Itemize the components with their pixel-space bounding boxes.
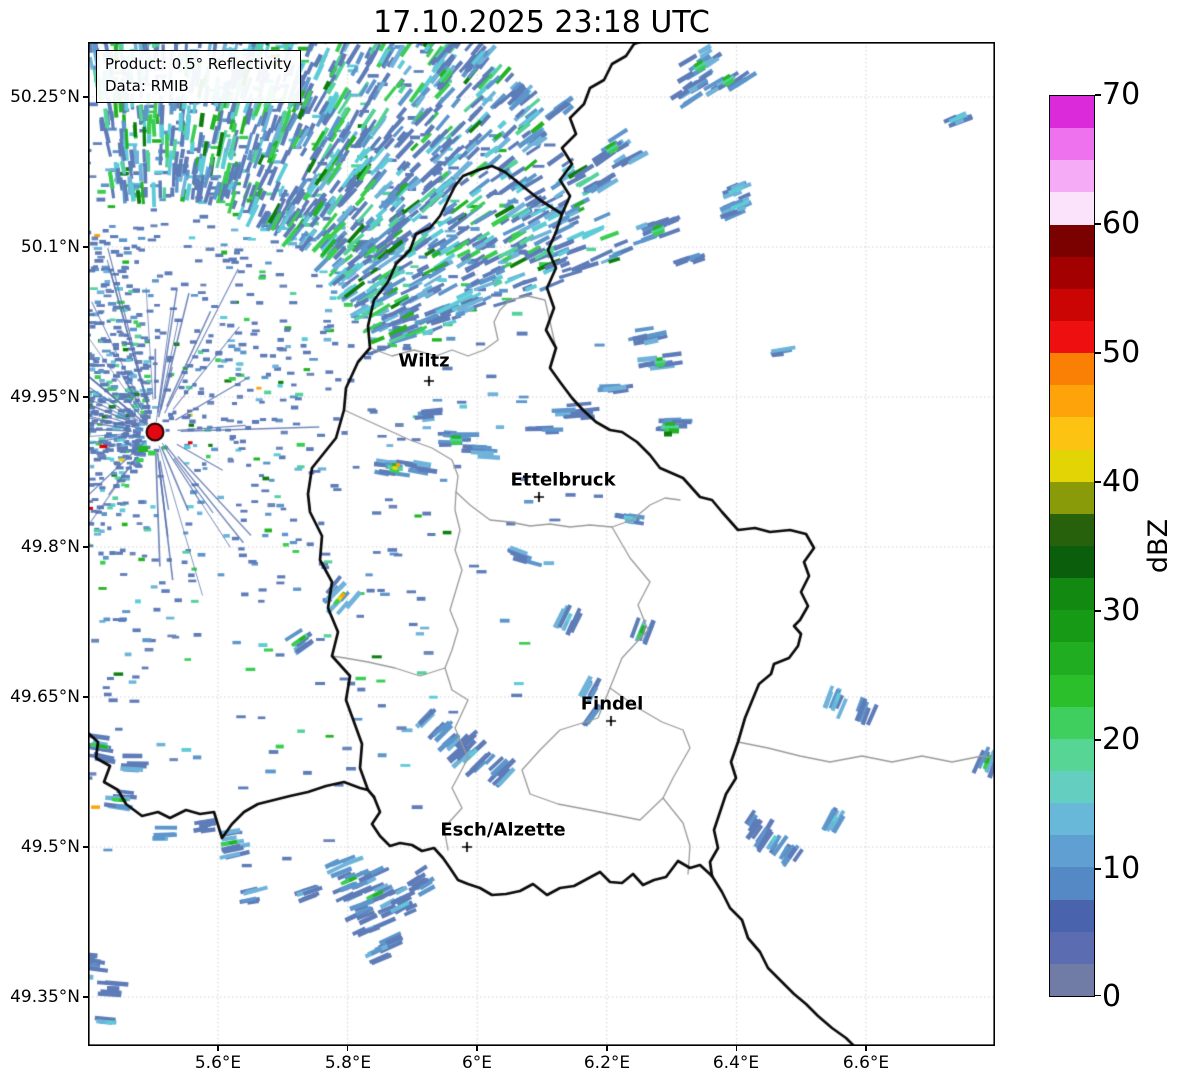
colorbar-band bbox=[1050, 964, 1094, 996]
tick-mark bbox=[606, 1046, 608, 1051]
tick-mark bbox=[865, 1046, 867, 1051]
colorbar-band bbox=[1050, 417, 1094, 449]
plot-title: 17.10.2025 23:18 UTC bbox=[88, 6, 995, 40]
colorbar-band bbox=[1050, 96, 1094, 128]
tick-mark bbox=[83, 996, 88, 998]
x-axis-tick-label: 5.6°E bbox=[168, 1052, 268, 1074]
tick-mark bbox=[1095, 481, 1101, 483]
colorbar-tick-label: 20 bbox=[1102, 723, 1182, 757]
x-axis-tick-label: 6.2°E bbox=[557, 1052, 657, 1074]
tick-mark bbox=[83, 96, 88, 98]
colorbar-band bbox=[1050, 900, 1094, 932]
colorbar-band bbox=[1050, 385, 1094, 417]
x-axis-tick-label: 5.8°E bbox=[298, 1052, 398, 1074]
colorbar-tick-label: 60 bbox=[1102, 207, 1182, 241]
data-source-label: Data: RMIB bbox=[105, 76, 292, 98]
colorbar-band bbox=[1050, 546, 1094, 578]
tick-mark bbox=[83, 246, 88, 248]
product-label: Product: 0.5° Reflectivity bbox=[105, 54, 292, 76]
colorbar-tick-label: 10 bbox=[1102, 852, 1182, 886]
colorbar-band bbox=[1050, 803, 1094, 835]
colorbar-band bbox=[1050, 610, 1094, 642]
y-axis-tick-label: 49.35°N bbox=[0, 986, 80, 1008]
tick-mark bbox=[476, 1046, 478, 1051]
y-axis-tick-label: 49.5°N bbox=[0, 836, 80, 858]
tick-mark bbox=[83, 846, 88, 848]
colorbar-band bbox=[1050, 289, 1094, 321]
x-axis-tick-label: 6°E bbox=[427, 1052, 527, 1074]
colorbar-band bbox=[1050, 128, 1094, 160]
tick-mark bbox=[1095, 223, 1101, 225]
product-info-box: Product: 0.5° Reflectivity Data: RMIB bbox=[96, 50, 301, 103]
colorbar-tick-label: 0 bbox=[1102, 980, 1182, 1014]
radar-map-canvas bbox=[88, 42, 995, 1046]
city-label-esch-alzette: Esch/Alzette bbox=[440, 820, 565, 841]
colorbar-band bbox=[1050, 353, 1094, 385]
x-axis-tick-label: 6.4°E bbox=[686, 1052, 786, 1074]
colorbar-band bbox=[1050, 578, 1094, 610]
colorbar-tick-label: 70 bbox=[1102, 78, 1182, 112]
tick-mark bbox=[1095, 94, 1101, 96]
tick-mark bbox=[1095, 995, 1101, 997]
tick-mark bbox=[1095, 868, 1101, 870]
tick-mark bbox=[83, 696, 88, 698]
tick-mark bbox=[83, 396, 88, 398]
colorbar-band bbox=[1050, 642, 1094, 674]
colorbar-band bbox=[1050, 450, 1094, 482]
y-axis-tick-label: 49.95°N bbox=[0, 386, 80, 408]
tick-mark bbox=[1095, 610, 1101, 612]
y-axis-tick-label: 50.1°N bbox=[0, 236, 80, 258]
city-label-wiltz: Wiltz bbox=[398, 351, 449, 372]
y-axis-tick-label: 49.8°N bbox=[0, 536, 80, 558]
tick-mark bbox=[83, 546, 88, 548]
colorbar-band bbox=[1050, 771, 1094, 803]
colorbar-band bbox=[1050, 192, 1094, 224]
colorbar-tick-label: 40 bbox=[1102, 465, 1182, 499]
tick-mark bbox=[347, 1046, 349, 1051]
colorbar-band bbox=[1050, 835, 1094, 867]
colorbar-band bbox=[1050, 932, 1094, 964]
city-label-findel: Findel bbox=[581, 694, 644, 715]
colorbar-band bbox=[1050, 514, 1094, 546]
x-axis-tick-label: 6.6°E bbox=[816, 1052, 916, 1074]
colorbar-band bbox=[1050, 257, 1094, 289]
colorbar-band bbox=[1050, 321, 1094, 353]
colorbar-axis-label: dBZ bbox=[1128, 511, 1184, 581]
y-axis-tick-label: 50.25°N bbox=[0, 86, 80, 108]
tick-mark bbox=[736, 1046, 738, 1051]
colorbar-band bbox=[1050, 482, 1094, 514]
city-label-ettelbruck: Ettelbruck bbox=[510, 470, 615, 491]
colorbar-tick-label: 50 bbox=[1102, 336, 1182, 370]
colorbar-band bbox=[1050, 225, 1094, 257]
colorbar bbox=[1049, 95, 1095, 997]
tick-mark bbox=[1095, 352, 1101, 354]
colorbar-band bbox=[1050, 867, 1094, 899]
tick-mark bbox=[217, 1046, 219, 1051]
y-axis-tick-label: 49.65°N bbox=[0, 686, 80, 708]
radar-figure: 17.10.2025 23:18 UTC Product: 0.5° Refle… bbox=[0, 0, 1184, 1081]
colorbar-band bbox=[1050, 707, 1094, 739]
colorbar-band bbox=[1050, 160, 1094, 192]
map-plot-area: Product: 0.5° Reflectivity Data: RMIB Wi… bbox=[88, 42, 995, 1046]
colorbar-band bbox=[1050, 739, 1094, 771]
colorbar-band bbox=[1050, 675, 1094, 707]
colorbar-tick-label: 30 bbox=[1102, 594, 1182, 628]
tick-mark bbox=[1095, 739, 1101, 741]
